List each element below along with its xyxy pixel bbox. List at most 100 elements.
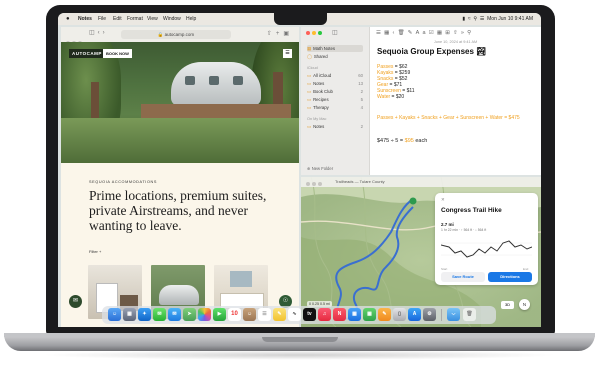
folder-icon: ▭ — [307, 105, 312, 110]
close-button[interactable] — [306, 182, 310, 186]
menu-clock[interactable]: Mon Jun 10 9:41 AM — [487, 16, 533, 22]
compose-icon[interactable]: ✎ — [408, 30, 416, 36]
close-button[interactable] — [306, 31, 310, 35]
safari-toolbar-actions: ⇧+▣ — [267, 30, 293, 37]
maps-icon[interactable]: ➤ — [183, 308, 196, 321]
sidebar-item-recipes[interactable]: ▭ Recipes 5 — [307, 96, 363, 103]
expense-label: Kayaks — [377, 70, 394, 77]
filter-button[interactable]: Filter + — [89, 249, 101, 254]
folder-icon: ▭ — [307, 97, 312, 102]
expense-label: Sunscreen — [377, 88, 401, 95]
directions-button[interactable]: Directions — [488, 272, 532, 282]
wifi-icon[interactable]: ≈ — [468, 16, 471, 22]
notes-window: ◫ ▦ Math Notes ◯ Shared iCloud ▭ All iCloud… — [301, 27, 541, 175]
autocamp-logo[interactable]: AUTOCAMP — [69, 49, 105, 58]
reminders-icon[interactable]: ☰ — [258, 308, 271, 321]
sidebar-toggle-icon[interactable]: ◫ — [89, 30, 98, 36]
minimize-button[interactable] — [312, 182, 316, 186]
hamburger-menu-icon[interactable]: ☰ — [283, 49, 292, 58]
menu-format[interactable]: Format — [127, 13, 143, 25]
menu-help[interactable]: Help — [186, 13, 196, 25]
finder-icon[interactable]: ☺ — [108, 308, 121, 321]
attachment-icon[interactable]: ⊞ — [445, 30, 453, 36]
calendar-icon[interactable]: 10 — [228, 308, 241, 321]
numbers-icon[interactable]: ▦ — [363, 308, 376, 321]
expense-label: Gear — [377, 82, 389, 89]
trash-icon[interactable]: 🗑 — [463, 308, 476, 321]
launchpad-icon[interactable]: ▦ — [123, 308, 136, 321]
pages-icon[interactable]: ✎ — [378, 308, 391, 321]
sidebar-toggle-icon[interactable]: ◫ — [332, 29, 338, 36]
menu-app-name[interactable]: Notes — [78, 13, 92, 25]
list-view-icon[interactable]: ☰ — [376, 30, 384, 36]
result-line: $475 ÷ 5 = $95 each — [377, 138, 427, 144]
zoom-button[interactable] — [318, 182, 322, 186]
new-folder-button[interactable]: ⊕ New Folder — [307, 166, 333, 171]
keynote-icon[interactable]: ▦ — [348, 308, 361, 321]
share-icon[interactable]: ⇧ — [453, 30, 461, 36]
menu-view[interactable]: View — [147, 13, 158, 25]
appstore-icon[interactable]: A — [408, 308, 421, 321]
save-route-button[interactable]: Save Route — [441, 272, 485, 282]
sidebar-item-all-icloud[interactable]: ▭ All iCloud 60 — [307, 72, 363, 79]
music-icon[interactable]: ♫ — [318, 308, 331, 321]
contacts-icon[interactable]: ☺ — [243, 308, 256, 321]
close-icon[interactable]: ✕ — [441, 197, 445, 203]
elevation-profile — [441, 240, 532, 258]
3d-toggle-button[interactable]: 3D — [501, 301, 514, 309]
search-icon[interactable]: ⚲ — [473, 16, 477, 22]
expense-line: Water = $20 — [377, 94, 405, 101]
zoom-button[interactable] — [318, 31, 322, 35]
share-icon[interactable]: ⇧ — [267, 31, 276, 37]
sidebar-item-therapy[interactable]: ▭ Therapy 4 — [307, 104, 363, 111]
facetime-icon[interactable]: ▶ — [213, 308, 226, 321]
expense-value: $259 — [399, 70, 411, 77]
mail-icon[interactable]: ✉ — [168, 308, 181, 321]
chat-icon[interactable]: ✉ — [69, 295, 82, 308]
dock: ☺ ▦ ✦ ✉ ✉ ➤ ▶ 10 ☺ ☰ ✎ ∿ tv ♫ N ▦ ▦ ✎ ▯ … — [102, 306, 496, 324]
apple-menu-icon[interactable]: ● — [66, 13, 70, 25]
sidebar-item-shared[interactable]: ◯ Shared — [307, 53, 363, 60]
battery-icon[interactable]: ▮ — [462, 16, 465, 22]
sum-line: Passes + Kayaks + Snacks + Gear + Sunscr… — [377, 115, 520, 121]
format-icon[interactable]: Aa — [416, 30, 429, 36]
iphone-mirroring-icon[interactable]: ▯ — [393, 308, 406, 321]
forward-icon[interactable]: › — [103, 30, 108, 36]
laptop-opening-notch — [262, 337, 338, 342]
photos-icon[interactable] — [198, 308, 211, 321]
downloads-icon[interactable]: ⌵ — [447, 308, 460, 321]
sidebar-item-book-club[interactable]: ▭ Book Club 2 — [307, 88, 363, 95]
folder-icon: ▭ — [307, 89, 312, 94]
menu-window[interactable]: Window — [163, 13, 181, 25]
sidebar-item-mac-notes[interactable]: ▭ Notes 2 — [307, 123, 363, 130]
safari-icon[interactable]: ✦ — [138, 308, 151, 321]
messages-icon[interactable]: ✉ — [153, 308, 166, 321]
trailer-window — [185, 76, 195, 85]
minimize-button[interactable] — [312, 31, 316, 35]
control-center-icon[interactable]: ☰ — [480, 16, 484, 22]
sidebar-item-notes[interactable]: ▭ Notes 13 — [307, 80, 363, 87]
menu-file[interactable]: File — [98, 13, 106, 25]
folder-count: 2 — [360, 89, 363, 94]
sidebar-item-label: Notes — [313, 81, 325, 86]
address-bar[interactable]: 🔒 autocamp.com — [121, 30, 231, 39]
settings-icon[interactable]: ⚙ — [423, 308, 436, 321]
section-eyebrow: SEQUOIA ACCOMMODATIONS — [89, 180, 157, 184]
trash-icon[interactable]: 🗑 — [398, 30, 408, 36]
grass — [61, 118, 299, 163]
expense-label: Snacks — [377, 76, 394, 83]
checklist-icon[interactable]: ☑ — [429, 30, 437, 36]
menu-edit[interactable]: Edit — [113, 13, 122, 25]
tv-icon[interactable]: tv — [303, 308, 316, 321]
note-editor[interactable]: ☰▦‹🗑✎Aa☑▦⊞⇧»⚲ June 10, 2024 at 9:41 AM S… — [370, 27, 541, 175]
tabs-overview-icon[interactable]: ▣ — [283, 31, 293, 37]
news-icon[interactable]: N — [333, 308, 346, 321]
search-icon[interactable]: ⚲ — [467, 30, 474, 36]
notes-icon[interactable]: ✎ — [273, 308, 286, 321]
compass-icon[interactable]: N — [519, 299, 530, 310]
sidebar-item-math-notes[interactable]: ▦ Math Notes — [307, 45, 363, 52]
freeform-icon[interactable]: ∿ — [288, 308, 301, 321]
gallery-view-icon[interactable]: ▦ — [384, 30, 392, 36]
calculator-icon: ▦ — [307, 46, 312, 51]
book-now-button[interactable]: BOOK NOW — [103, 49, 132, 58]
